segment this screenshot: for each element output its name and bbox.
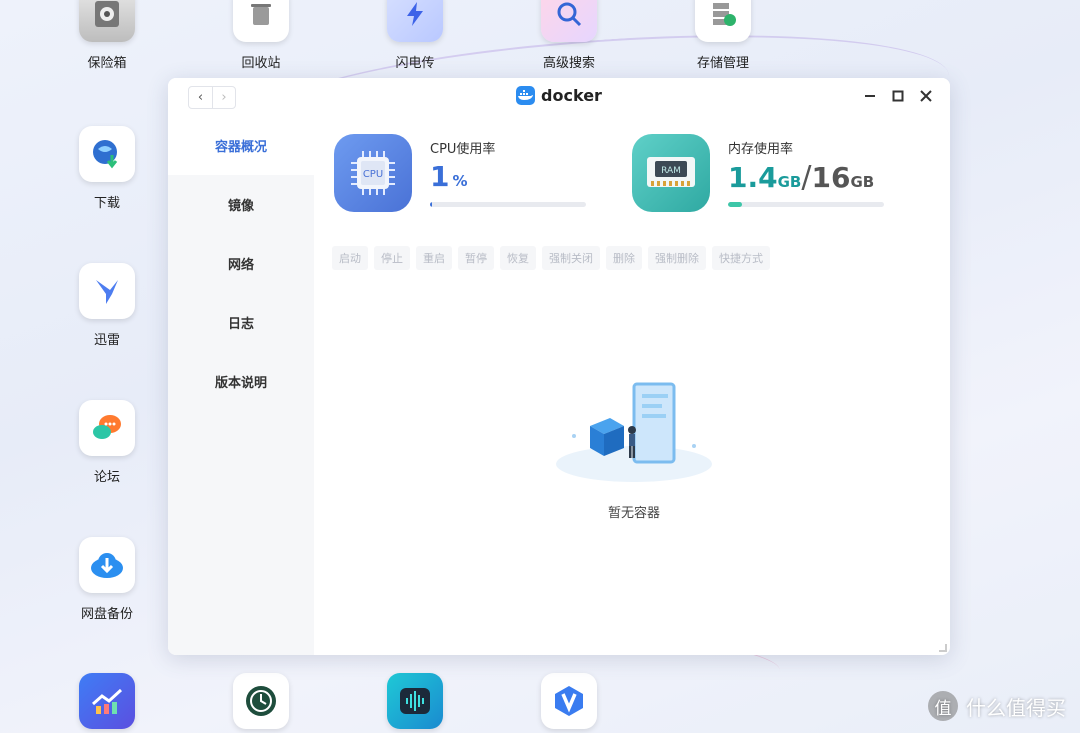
stop-button[interactable]: 停止: [374, 246, 410, 270]
desktop-icon-label: 迅雷: [93, 333, 120, 348]
watermark: 值 什么值得买: [928, 691, 1066, 721]
container-actions-toolbar: 启动 停止 重启 暂停 恢复 强制关闭 删除 强制删除 快捷方式: [332, 246, 770, 270]
lightning-transfer-icon: [387, 0, 443, 42]
cpu-icon-text: CPU: [363, 169, 383, 180]
desktop-icon-time-machine[interactable]: [206, 673, 316, 729]
desktop-icon-chart[interactable]: [52, 673, 162, 729]
desktop-icon-lightning[interactable]: 闪电传: [360, 0, 470, 71]
restart-button[interactable]: 重启: [416, 246, 452, 270]
pause-button[interactable]: 暂停: [458, 246, 494, 270]
desktop-icon-label: 保险箱: [87, 56, 127, 71]
cpu-usage-bar: [430, 202, 586, 207]
maximize-icon[interactable]: [890, 88, 906, 104]
start-button[interactable]: 启动: [332, 246, 368, 270]
delete-button[interactable]: 删除: [606, 246, 642, 270]
desktop-icon-search[interactable]: 高级搜索: [514, 0, 624, 71]
desktop-icon-label: 下载: [93, 196, 120, 211]
docker-whale-icon: [516, 86, 536, 105]
cpu-usage-number: 1: [430, 160, 450, 193]
forum-chat-icon: [79, 400, 135, 456]
main-content: CPU CPU使用率 1% RAM 内存使用率 1.4GB/16GB 启动 停止…: [314, 116, 950, 655]
safe-icon: [79, 0, 135, 42]
time-machine-icon: [233, 673, 289, 729]
desktop-icon-safe[interactable]: 保险箱: [52, 0, 162, 71]
cpu-usage-unit: %: [452, 172, 468, 190]
memory-usage-bar-fill: [728, 202, 743, 207]
window-title: docker: [168, 86, 950, 105]
desktop-icon-label: 高级搜索: [542, 56, 595, 71]
download-globe-icon: [79, 126, 135, 182]
desktop-icon-thunder[interactable]: 迅雷: [52, 263, 162, 348]
cpu-usage-bar-fill: [430, 202, 432, 207]
v-app-icon: [541, 673, 597, 729]
empty-container-illustration: [556, 382, 712, 482]
trash-icon: [233, 0, 289, 42]
search-icon: [541, 0, 597, 42]
docker-window: ‹ › docker 容器概况 镜像 网络 日志 版本说明 CPU CPU使用率…: [168, 78, 950, 655]
force-stop-button[interactable]: 强制关闭: [542, 246, 600, 270]
cpu-usage-label: CPU使用率: [430, 142, 496, 157]
empty-message: 暂无容器: [607, 506, 660, 521]
desktop-icon-label: 网盘备份: [80, 607, 133, 622]
memory-usage-bar: [728, 202, 884, 207]
cpu-chip-icon: CPU: [334, 134, 412, 212]
thunder-bird-icon: [79, 263, 135, 319]
desktop-icon-label: 闪电传: [395, 56, 435, 71]
sidebar-item-release-notes[interactable]: 版本说明: [168, 352, 314, 411]
memory-used-number: 1.4: [728, 161, 778, 194]
sidebar-item-overview[interactable]: 容器概况: [168, 116, 314, 175]
memory-usage-value: 1.4GB/16GB: [728, 160, 874, 195]
memory-total-number: 16: [811, 161, 851, 194]
memory-separator: /: [801, 160, 812, 195]
sidebar-item-network[interactable]: 网络: [168, 234, 314, 293]
memory-used-unit: GB: [777, 173, 802, 191]
shortcut-button[interactable]: 快捷方式: [712, 246, 770, 270]
ram-icon-text: RAM: [661, 166, 681, 176]
desktop-icon-download[interactable]: 下载: [52, 126, 162, 211]
audio-app-icon: [387, 673, 443, 729]
sidebar-item-images[interactable]: 镜像: [168, 175, 314, 234]
resize-handle[interactable]: [939, 644, 947, 652]
desktop-icon-cloud-backup[interactable]: 网盘备份: [52, 537, 162, 622]
desktop-icon-forum[interactable]: 论坛: [52, 400, 162, 485]
sidebar: 容器概况 镜像 网络 日志 版本说明: [168, 116, 314, 655]
minimize-icon[interactable]: [862, 88, 878, 104]
desktop-icon-label: 论坛: [93, 470, 120, 485]
memory-usage-label: 内存使用率: [728, 142, 794, 157]
desktop-icon-storage[interactable]: 存储管理: [668, 0, 778, 71]
watermark-text: 什么值得买: [966, 695, 1066, 720]
close-icon[interactable]: [918, 88, 934, 104]
desktop-icon-v-app[interactable]: [514, 673, 624, 729]
force-delete-button[interactable]: 强制删除: [648, 246, 706, 270]
desktop-icon-trash[interactable]: 回收站: [206, 0, 316, 71]
watermark-logo: 值: [928, 691, 958, 721]
cloud-backup-icon: [79, 537, 135, 593]
cpu-usage-value: 1%: [430, 160, 468, 193]
title-bar: ‹ › docker: [168, 78, 950, 116]
chart-app-icon: [79, 673, 135, 729]
desktop-icon-label: 存储管理: [696, 56, 749, 71]
empty-state: 暂无容器: [544, 376, 724, 521]
window-controls: [862, 88, 934, 104]
sidebar-item-logs[interactable]: 日志: [168, 293, 314, 352]
ram-module-icon: RAM: [632, 134, 710, 212]
storage-icon: [695, 0, 751, 42]
resume-button[interactable]: 恢复: [500, 246, 536, 270]
desktop-icon-label: 回收站: [241, 56, 281, 71]
window-title-text: docker: [541, 86, 602, 105]
memory-total-unit: GB: [850, 173, 875, 191]
desktop-icon-audio[interactable]: [360, 673, 470, 729]
